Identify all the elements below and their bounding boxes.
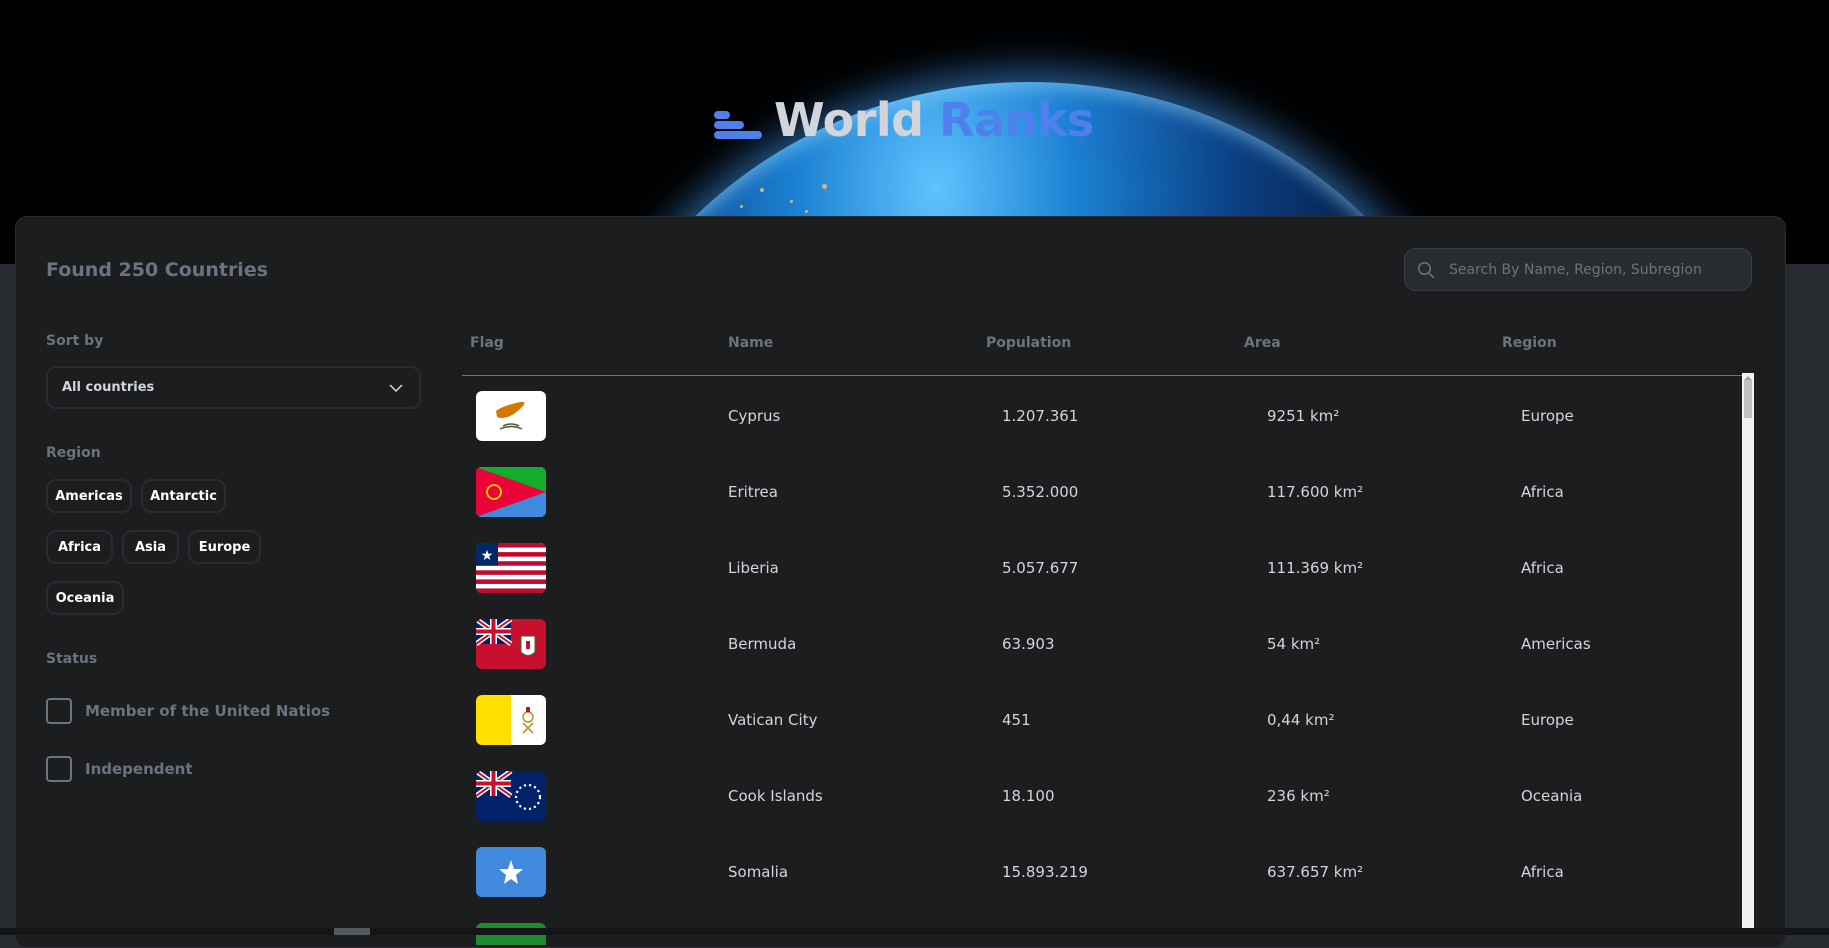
country-name: Bermuda <box>728 635 797 653</box>
scrollbar-thumb[interactable] <box>1744 380 1752 418</box>
liberia-flag: ★ <box>476 543 546 593</box>
country-population: 1.207.361 <box>1002 407 1079 425</box>
vatican-city-flag <box>476 695 546 745</box>
country-population: 63.903 <box>1002 635 1055 653</box>
table-scrollbar[interactable] <box>1742 373 1754 928</box>
region-chip-antarctic[interactable]: Antarctic <box>141 479 226 513</box>
country-name: Cook Islands <box>728 787 823 805</box>
column-header-area: Area <box>1244 335 1281 351</box>
chevron-down-icon <box>389 383 403 392</box>
sort-select[interactable]: All countries <box>46 366 421 409</box>
city-light <box>740 205 743 208</box>
table-row[interactable]: Somalia 15.893.219 637.657 km² Africa <box>462 833 1732 909</box>
independent-checkbox[interactable]: Independent <box>46 756 193 782</box>
region-chip-asia[interactable]: Asia <box>122 530 179 564</box>
svg-text:★: ★ <box>481 548 494 564</box>
table-row[interactable]: Eritrea 5.352.000 117.600 km² Africa <box>462 453 1732 529</box>
cyprus-flag <box>476 391 546 441</box>
sort-selected-value: All countries <box>62 380 155 395</box>
results-count: Found 250 Countries <box>46 259 269 281</box>
country-area: 9251 km² <box>1267 407 1340 425</box>
table-row[interactable] <box>462 909 1732 945</box>
app-logo: World Ranks <box>714 92 1094 148</box>
region-chip-oceania[interactable]: Oceania <box>46 581 124 615</box>
table-row[interactable]: Vatican City 451 0,44 km² Europe <box>462 681 1732 757</box>
checkbox-label: Member of the United Natios <box>85 702 331 720</box>
country-population: 15.893.219 <box>1002 863 1088 881</box>
main-card: Found 250 Countries Sort by All countrie… <box>15 216 1786 948</box>
column-header-region: Region <box>1502 335 1557 351</box>
country-region: Africa <box>1521 559 1564 577</box>
country-area: 54 km² <box>1267 635 1321 653</box>
region-label: Region <box>46 445 101 461</box>
checkbox-box[interactable] <box>46 756 72 782</box>
countries-table-body: Cyprus 1.207.361 9251 km² Europe Eritrea… <box>462 377 1752 945</box>
country-region: Europe <box>1521 711 1574 729</box>
table-row[interactable]: ★ Liberia 5.057.677 111.369 km² Africa <box>462 529 1732 605</box>
search-box[interactable] <box>1404 248 1752 291</box>
region-chip-americas[interactable]: Americas <box>46 479 132 513</box>
country-area: 117.600 km² <box>1267 483 1364 501</box>
country-population: 18.100 <box>1002 787 1055 805</box>
somalia-flag <box>476 847 546 897</box>
country-population: 451 <box>1002 711 1031 729</box>
table-row[interactable]: Cook Islands 18.100 236 km² Oceania <box>462 757 1732 833</box>
column-header-population: Population <box>986 335 1072 351</box>
country-name: Cyprus <box>728 407 781 425</box>
column-header-name: Name <box>728 335 774 351</box>
country-region: Americas <box>1521 635 1591 653</box>
status-label: Status <box>46 651 98 667</box>
sort-label: Sort by <box>46 333 104 349</box>
region-chip-europe[interactable]: Europe <box>188 530 261 564</box>
table-row[interactable]: Bermuda 63.903 54 km² Americas <box>462 605 1732 681</box>
bermuda-flag <box>476 619 546 669</box>
country-area: 236 km² <box>1267 787 1330 805</box>
search-icon <box>1417 261 1435 278</box>
app-title: World Ranks <box>774 93 1094 147</box>
country-area: 111.369 km² <box>1267 559 1364 577</box>
city-light <box>822 184 827 189</box>
checkbox-box[interactable] <box>46 698 72 724</box>
header-divider <box>462 375 1752 376</box>
country-region: Africa <box>1521 483 1564 501</box>
country-region: Oceania <box>1521 787 1583 805</box>
country-name: Liberia <box>728 559 779 577</box>
city-light <box>805 210 808 213</box>
search-input[interactable] <box>1447 260 1731 279</box>
country-name: Somalia <box>728 863 789 881</box>
un-member-checkbox[interactable]: Member of the United Natios <box>46 698 330 724</box>
country-area: 637.657 km² <box>1267 863 1364 881</box>
country-region: Africa <box>1521 863 1564 881</box>
eritrea-flag <box>476 467 546 517</box>
checkbox-label: Independent <box>85 760 193 778</box>
country-population: 5.057.677 <box>1002 559 1079 577</box>
city-light <box>790 200 793 203</box>
country-region: Europe <box>1521 407 1574 425</box>
country-name: Vatican City <box>728 711 818 729</box>
column-header-flag: Flag <box>470 335 504 351</box>
ranking-bars-icon <box>714 100 762 140</box>
region-chip-africa[interactable]: Africa <box>46 530 113 564</box>
horizontal-scrollbar-thumb[interactable] <box>334 928 370 935</box>
table-row[interactable]: Cyprus 1.207.361 9251 km² Europe <box>462 377 1732 453</box>
country-name: Eritrea <box>728 483 778 501</box>
horizontal-scrollbar[interactable] <box>0 928 1829 935</box>
country-population: 5.352.000 <box>1002 483 1079 501</box>
city-light <box>760 188 764 192</box>
country-area: 0,44 km² <box>1267 711 1335 729</box>
cook-islands-flag <box>476 771 546 821</box>
